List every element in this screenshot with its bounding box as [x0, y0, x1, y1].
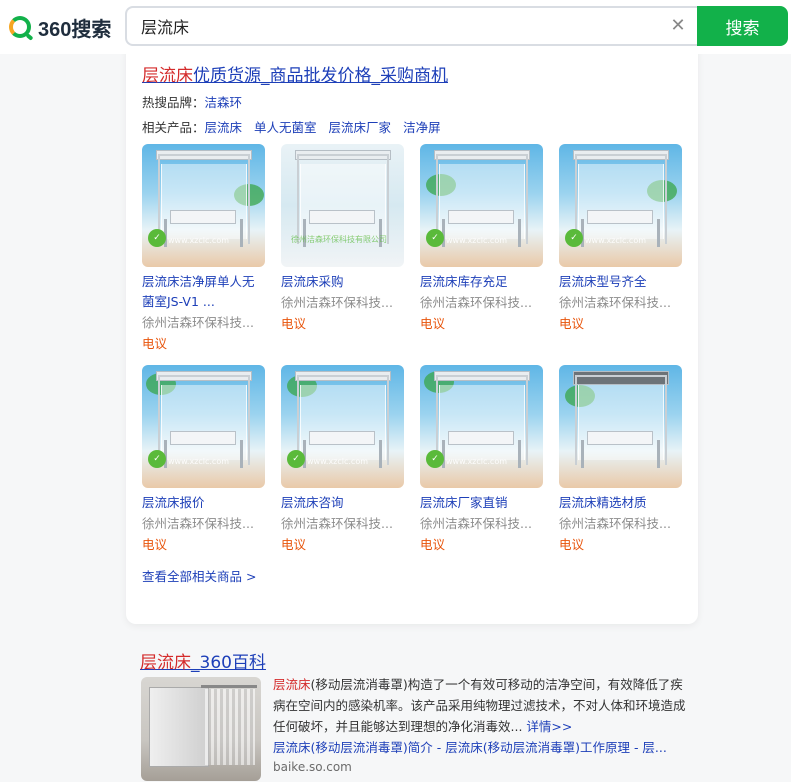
product-image[interactable]: ✓ www.xzclc.com — [142, 144, 265, 267]
product-company: 徐州洁森环保科技... — [420, 516, 532, 531]
product-company: 徐州洁森环保科技... — [281, 516, 393, 531]
product-price: 电议 — [420, 537, 446, 552]
image-watermark: www.xzclc.com — [168, 236, 230, 245]
product-price: 电议 — [142, 537, 168, 552]
view-all-products-link[interactable]: 查看全部相关商品 > — [142, 566, 256, 585]
product-image[interactable]: ✓ www.xzclc.com — [281, 365, 404, 488]
product-card[interactable]: ✓ www.xzclc.com 层流床厂家直销 徐州洁森环保科技... 电议 — [420, 365, 544, 555]
related-label: 相关产品： — [142, 120, 205, 135]
logo-text: 360搜索 — [38, 18, 112, 41]
product-price: 电议 — [281, 316, 307, 331]
image-watermark: www.xzclc.com — [446, 457, 508, 466]
product-card[interactable]: 徐州洁森环保科技有限公司 层流床采购 徐州洁森环保科技... 电议 — [281, 144, 405, 334]
search-input[interactable] — [141, 8, 661, 44]
result-thumbnail[interactable] — [141, 677, 261, 781]
product-price: 电议 — [559, 537, 585, 552]
product-company: 徐州洁森环保科技... — [281, 295, 393, 310]
related-link[interactable]: 单人无菌室 — [254, 120, 317, 135]
hot-brand-link[interactable]: 洁森环 — [205, 95, 243, 110]
image-watermark: 徐州洁森环保科技有限公司 — [291, 235, 387, 244]
product-image[interactable]: ✓ www.xzclc.com — [420, 144, 543, 267]
related-products-line: 相关产品：层流床 单人无菌室 层流床厂家 洁净屏 — [142, 117, 453, 136]
product-image[interactable]: ✓ www.xzclc.com — [559, 144, 682, 267]
snippet-text: (移动层流消毒罩)构造了一个有效可移动的洁净空间，有效降低了疾病在空间内的感染机… — [273, 677, 686, 734]
result-title-link[interactable]: 层流床优质货源_商品批发价格_采购商机 — [142, 61, 448, 86]
image-watermark: www.xzclc.com — [585, 236, 647, 245]
search-box: ✕ — [125, 6, 698, 46]
product-company: 徐州洁森环保科技... — [420, 295, 532, 310]
product-price: 电议 — [559, 316, 585, 331]
header-bar: 360搜索 ✕ 搜索 — [0, 0, 791, 54]
product-card[interactable]: ✓ www.xzclc.com 层流床咨询 徐州洁森环保科技... 电议 — [281, 365, 405, 555]
product-card[interactable]: ✓ www.xzclc.com 层流床报价 徐州洁森环保科技... 电议 — [142, 365, 266, 555]
shield-icon: ✓ — [287, 450, 305, 468]
shield-icon: ✓ — [426, 450, 444, 468]
image-watermark: www.xzclc.com — [168, 457, 230, 466]
product-title[interactable]: 层流床库存充足 — [420, 272, 544, 292]
product-price: 电议 — [142, 336, 168, 351]
result-snippet: 层流床(移动层流消毒罩)构造了一个有效可移动的洁净空间，有效降低了疾病在空间内的… — [273, 674, 688, 737]
more-details-link[interactable]: 详情>> — [526, 719, 572, 734]
product-image[interactable] — [559, 365, 682, 488]
shield-icon: ✓ — [148, 450, 166, 468]
related-link[interactable]: 层流床厂家 — [329, 120, 392, 135]
shield-icon: ✓ — [148, 229, 166, 247]
result-url: baike.so.com — [273, 760, 352, 774]
image-watermark: www.xzclc.com — [446, 236, 508, 245]
product-image[interactable]: 徐州洁森环保科技有限公司 — [281, 144, 404, 267]
product-title[interactable]: 层流床咨询 — [281, 493, 405, 513]
hot-brands-line: 热搜品牌：洁森环 — [142, 92, 254, 111]
search-button[interactable]: 搜索 — [697, 6, 788, 46]
product-title[interactable]: 层流床采购 — [281, 272, 405, 292]
product-company: 徐州洁森环保科技... — [559, 295, 671, 310]
image-watermark: www.xzclc.com — [307, 457, 369, 466]
product-title[interactable]: 层流床洁净屏单人无菌室JS-V1 ... — [142, 272, 266, 312]
product-card[interactable]: ✓ www.xzclc.com 层流床洁净屏单人无菌室JS-V1 ... 徐州洁… — [142, 144, 266, 354]
product-title[interactable]: 层流床型号齐全 — [559, 272, 683, 292]
product-company: 徐州洁森环保科技... — [142, 315, 254, 330]
title-rest: _360百科 — [191, 653, 266, 673]
shield-icon: ✓ — [426, 229, 444, 247]
product-image[interactable]: ✓ www.xzclc.com — [420, 365, 543, 488]
related-link[interactable]: 层流床 — [205, 120, 243, 135]
product-card[interactable]: 层流床精选材质 徐州洁森环保科技... 电议 — [559, 365, 683, 555]
search-results-page: { "header": { "logo_text": "360搜索", "sea… — [0, 0, 791, 782]
shield-icon: ✓ — [565, 229, 583, 247]
site-logo[interactable]: 360搜索 — [9, 14, 112, 41]
logo-icon — [9, 16, 31, 38]
result-title-link[interactable]: 层流床_360百科 — [140, 648, 266, 673]
result-sublinks[interactable]: 层流床(移动层流消毒罩)简介 - 层流床(移动层流消毒罩)工作原理 - 层... — [273, 737, 688, 758]
product-image[interactable]: ✓ www.xzclc.com — [142, 365, 265, 488]
product-title[interactable]: 层流床精选材质 — [559, 493, 683, 513]
related-link[interactable]: 洁净屏 — [403, 120, 441, 135]
product-card[interactable]: ✓ www.xzclc.com 层流床库存充足 徐州洁森环保科技... 电议 — [420, 144, 544, 334]
product-title[interactable]: 层流床厂家直销 — [420, 493, 544, 513]
product-company: 徐州洁森环保科技... — [559, 516, 671, 531]
snippet-highlight: 层流床 — [273, 677, 311, 692]
close-icon[interactable]: ✕ — [668, 16, 688, 36]
product-card[interactable]: ✓ www.xzclc.com 层流床型号齐全 徐州洁森环保科技... 电议 — [559, 144, 683, 334]
product-title[interactable]: 层流床报价 — [142, 493, 266, 513]
product-price: 电议 — [420, 316, 446, 331]
title-rest: 优质货源_商品批发价格_采购商机 — [193, 66, 448, 86]
hot-brand-label: 热搜品牌： — [142, 95, 205, 110]
product-company: 徐州洁森环保科技... — [142, 516, 254, 531]
title-highlight: 层流床 — [140, 653, 191, 673]
title-highlight: 层流床 — [142, 66, 193, 86]
product-price: 电议 — [281, 537, 307, 552]
